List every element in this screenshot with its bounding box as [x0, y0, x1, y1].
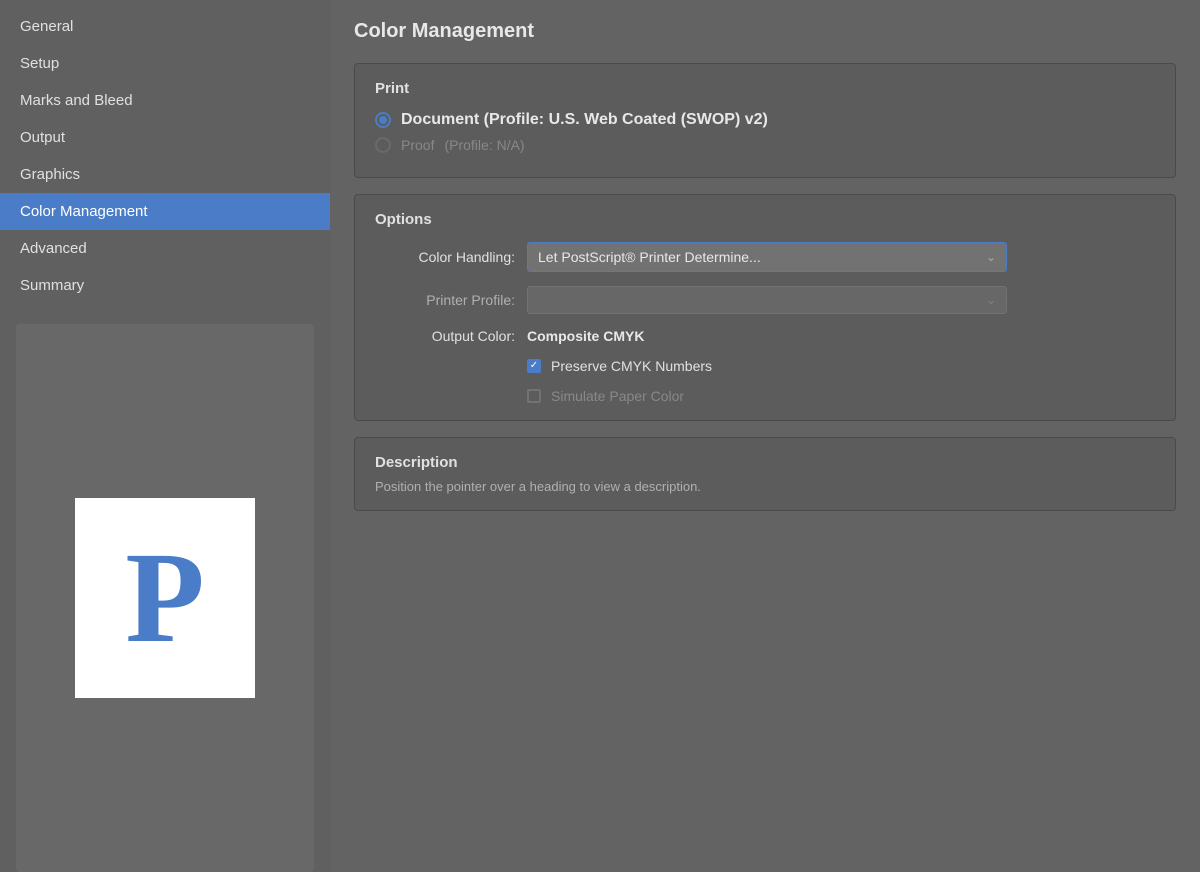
printer-profile-row: Printer Profile: ⌄	[375, 286, 1155, 314]
description-section: Description Position the pointer over a …	[354, 437, 1176, 511]
sidebar-item-graphics[interactable]: Graphics	[0, 156, 330, 193]
output-color-label: Output Color:	[375, 328, 515, 344]
color-handling-row: Color Handling: Let PostScript® Printer …	[375, 242, 1155, 272]
main-content: Color Management Print Document (Profile…	[330, 0, 1200, 872]
description-text: Position the pointer over a heading to v…	[375, 479, 1155, 494]
sidebar-item-summary[interactable]: Summary	[0, 267, 330, 304]
description-title: Description	[375, 454, 1155, 471]
chevron-down-icon: ⌄	[986, 250, 996, 264]
radio-proof-label: Proof	[401, 137, 434, 153]
radio-document-label: Document (Profile: U.S. Web Coated (SWOP…	[401, 111, 768, 129]
simulate-paper-row: Simulate Paper Color	[527, 388, 1155, 404]
print-section: Print Document (Profile: U.S. Web Coated…	[354, 63, 1176, 178]
sidebar-item-setup[interactable]: Setup	[0, 45, 330, 82]
sidebar-item-general[interactable]: General	[0, 8, 330, 45]
preserve-cmyk-label: Preserve CMYK Numbers	[551, 358, 712, 374]
preserve-cmyk-row[interactable]: Preserve CMYK Numbers	[527, 358, 1155, 374]
chevron-down-icon-2: ⌄	[986, 293, 996, 307]
color-handling-select[interactable]: Let PostScript® Printer Determine... ⌄	[527, 242, 1007, 272]
radio-document-input[interactable]	[375, 112, 391, 128]
radio-proof-row: Proof (Profile: N/A)	[375, 137, 1155, 153]
output-color-value: Composite CMYK	[527, 328, 644, 344]
color-handling-label: Color Handling:	[375, 249, 515, 265]
sidebar-item-marks-and-bleed[interactable]: Marks and Bleed	[0, 82, 330, 119]
sidebar-preview: P	[16, 324, 314, 872]
options-section-title: Options	[375, 211, 1155, 228]
options-section: Options Color Handling: Let PostScript® …	[354, 194, 1176, 421]
printer-profile-select[interactable]: ⌄	[527, 286, 1007, 314]
color-handling-value: Let PostScript® Printer Determine...	[538, 249, 761, 265]
radio-proof-profile: (Profile: N/A)	[444, 137, 524, 153]
simulate-paper-checkbox[interactable]	[527, 389, 541, 403]
radio-proof-input[interactable]	[375, 137, 391, 153]
sidebar-item-color-management[interactable]: Color Management	[0, 193, 330, 230]
printer-profile-label: Printer Profile:	[375, 292, 515, 308]
page-title: Color Management	[354, 20, 1176, 43]
options-grid: Color Handling: Let PostScript® Printer …	[375, 242, 1155, 404]
radio-document-row[interactable]: Document (Profile: U.S. Web Coated (SWOP…	[375, 111, 1155, 129]
preview-document-box: P	[75, 498, 255, 698]
simulate-paper-label: Simulate Paper Color	[551, 388, 684, 404]
sidebar-item-output[interactable]: Output	[0, 119, 330, 156]
sidebar: General Setup Marks and Bleed Output Gra…	[0, 0, 330, 872]
preserve-cmyk-checkbox[interactable]	[527, 359, 541, 373]
print-section-title: Print	[375, 80, 1155, 97]
preview-letter: P	[125, 533, 204, 663]
sidebar-nav: General Setup Marks and Bleed Output Gra…	[0, 8, 330, 304]
sidebar-item-advanced[interactable]: Advanced	[0, 230, 330, 267]
output-color-row: Output Color: Composite CMYK	[375, 328, 1155, 344]
